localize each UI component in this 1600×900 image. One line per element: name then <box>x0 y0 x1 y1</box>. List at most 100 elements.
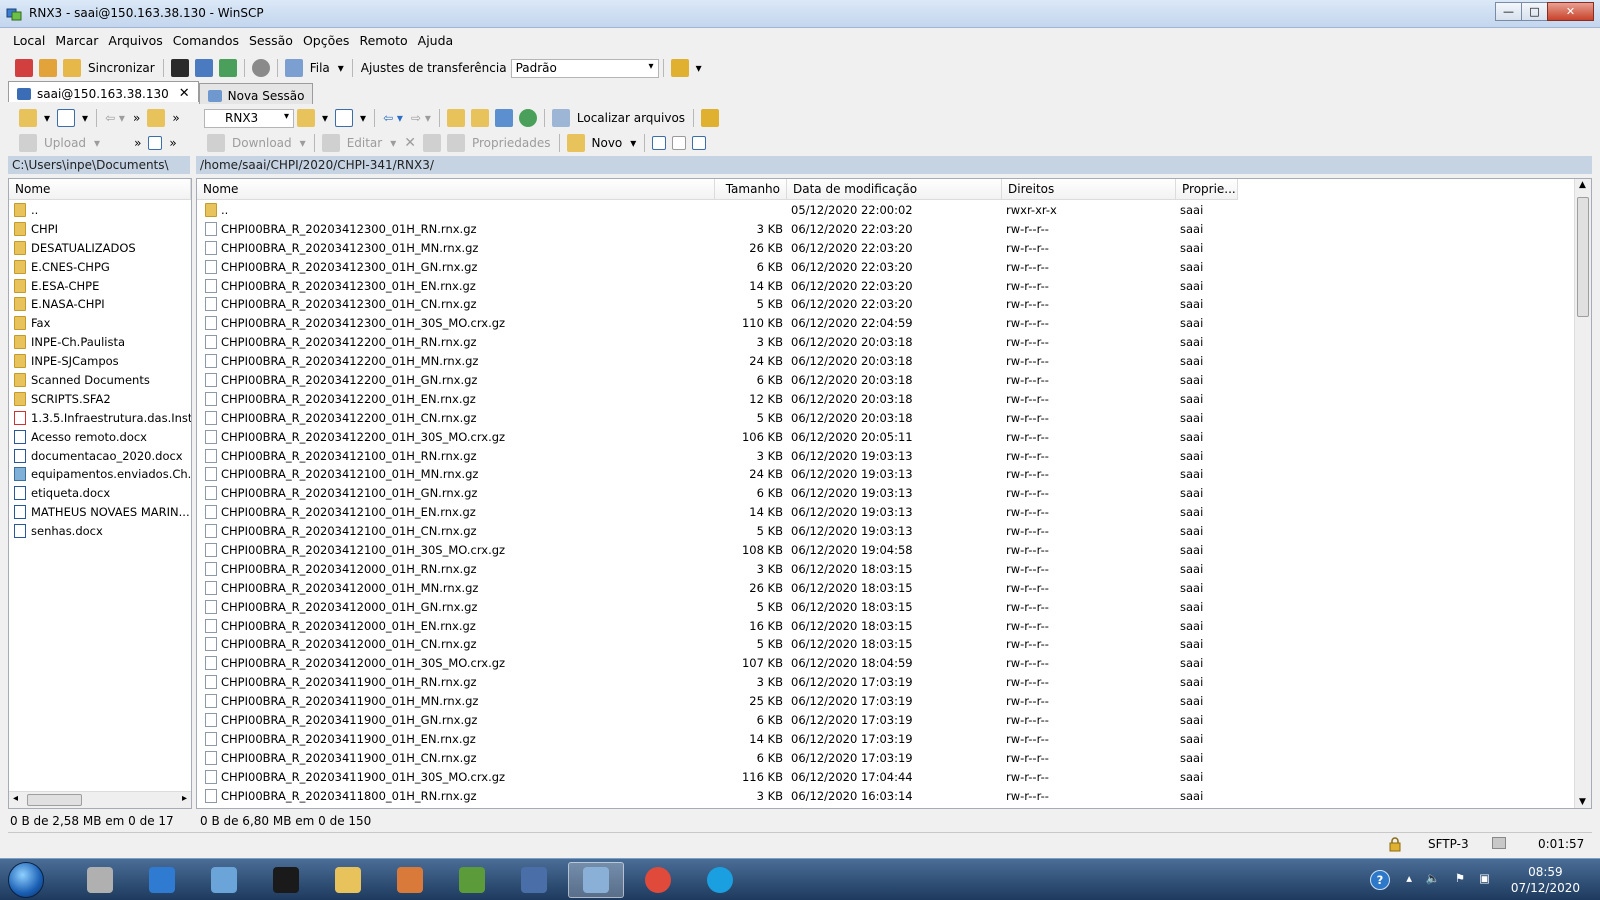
download-button[interactable]: Download <box>232 136 292 150</box>
table-row[interactable]: CHPI00BRA_R_20203412300_01H_GN.rnx.gz 6 K… <box>197 258 1574 277</box>
refresh-icon[interactable] <box>518 109 537 127</box>
more-icon[interactable]: » <box>134 136 141 150</box>
table-row[interactable]: CHPI00BRA_R_20203412300_01H_30S_MO.crx.g… <box>197 314 1574 333</box>
back-icon[interactable]: ⇦ ▾ <box>105 111 125 125</box>
taskbar-chart-app-button[interactable] <box>444 862 500 898</box>
parent-folder-icon[interactable] <box>446 109 465 127</box>
table-row[interactable]: CHPI00BRA_R_20203412000_01H_GN.rnx.gz 5 K… <box>197 598 1574 617</box>
queue-icon[interactable] <box>284 59 303 77</box>
remote-header-owner[interactable]: Proprie... <box>1176 179 1238 200</box>
chevron-down-icon[interactable]: ▾ <box>94 136 100 150</box>
taskbar-snipping-button[interactable] <box>72 862 128 898</box>
tree-icon[interactable] <box>701 109 720 127</box>
table-row[interactable]: CHPI00BRA_R_20203412100_01H_EN.rnx.gz 14 … <box>197 503 1574 522</box>
chevron-down-icon[interactable]: ▾ <box>696 61 702 75</box>
chevron-down-icon[interactable]: ▾ <box>338 61 344 75</box>
minus-icon[interactable] <box>672 136 687 150</box>
taskbar-terminal-button[interactable] <box>258 862 314 898</box>
more-icon[interactable]: » <box>172 111 179 125</box>
taskbar-network-button[interactable] <box>506 862 562 898</box>
table-row[interactable]: CHPI00BRA_R_20203412100_01H_MN.rnx.gz 24 … <box>197 465 1574 484</box>
chevron-down-icon[interactable]: ▾ <box>44 111 50 125</box>
flag-icon[interactable]: ⚑ <box>1455 871 1465 885</box>
chevron-down-icon[interactable]: ▾ <box>322 111 328 125</box>
list-item[interactable]: DESATUALIZADOS <box>9 239 191 258</box>
table-row[interactable]: CHPI00BRA_R_20203412300_01H_MN.rnx.gz 26 … <box>197 239 1574 258</box>
new-icon[interactable] <box>566 134 585 152</box>
upload-icon[interactable] <box>19 134 37 152</box>
plus-icon[interactable] <box>652 136 667 150</box>
remote-header-name[interactable]: Nome <box>197 179 715 200</box>
list-item[interactable]: E.CNES-CHPG <box>9 258 191 277</box>
tab-new-session[interactable]: Nova Sessão <box>198 83 314 104</box>
menu-ajuda[interactable]: Ajuda <box>413 31 459 51</box>
table-row[interactable]: CHPI00BRA_R_20203412000_01H_CN.rnx.gz 5 K… <box>197 635 1574 654</box>
chevron-down-icon[interactable]: ▾ <box>390 136 396 150</box>
menu-sessao[interactable]: Sessão <box>244 31 298 51</box>
table-row[interactable]: CHPI00BRA_R_20203412200_01H_EN.rnx.gz 12 … <box>197 390 1574 409</box>
back-icon[interactable]: ⇦ ▾ <box>383 111 403 125</box>
queue-button[interactable]: Fila <box>310 61 330 75</box>
find-files-button[interactable]: Localizar arquivos <box>577 111 685 125</box>
list-item[interactable]: .. <box>9 201 191 220</box>
edit-icon[interactable] <box>321 134 340 152</box>
list-item[interactable]: SCRIPTS.SFA2 <box>9 390 191 409</box>
table-row[interactable]: CHPI00BRA_R_20203412200_01H_RN.rnx.gz 3 K… <box>197 333 1574 352</box>
remote-vertical-scrollbar[interactable]: ▲ ▼ <box>1574 179 1591 808</box>
console-icon[interactable] <box>170 59 189 77</box>
list-item[interactable]: Fax <box>9 314 191 333</box>
show-hidden-icons-icon[interactable]: ▴ <box>1406 871 1412 885</box>
start-button[interactable] <box>8 862 44 898</box>
properties-button[interactable]: Propriedades <box>472 136 551 150</box>
putty-icon[interactable] <box>194 59 213 77</box>
close-icon[interactable]: ✕ <box>179 86 190 101</box>
table-row[interactable]: CHPI00BRA_R_20203411900_01H_RN.rnx.gz 3 K… <box>197 673 1574 692</box>
local-path[interactable]: C:\Users\inpe\Documents\ <box>8 156 190 174</box>
new-button[interactable]: Novo <box>592 136 623 150</box>
table-row[interactable]: CHPI00BRA_R_20203412100_01H_GN.rnx.gz 6 K… <box>197 484 1574 503</box>
table-row[interactable]: CHPI00BRA_R_20203411900_01H_MN.rnx.gz 25 … <box>197 692 1574 711</box>
synchronize-button[interactable]: Sincronizar <box>88 61 155 75</box>
table-row[interactable]: CHPI00BRA_R_20203412100_01H_CN.rnx.gz 5 K… <box>197 522 1574 541</box>
table-row[interactable]: CHPI00BRA_R_20203412100_01H_RN.rnx.gz 3 K… <box>197 447 1574 466</box>
open-folder-icon[interactable] <box>19 109 37 127</box>
list-item[interactable]: MATHEUS NOVAES MARIN... <box>9 503 191 522</box>
taskbar-vscode-button[interactable] <box>134 862 190 898</box>
list-item[interactable]: 1.3.5.Infraestrutura.das.Insta... <box>9 409 191 428</box>
filter-icon[interactable] <box>692 136 707 150</box>
scroll-thumb[interactable] <box>27 794 82 806</box>
filter-icon[interactable] <box>57 109 76 127</box>
find-files-icon[interactable] <box>551 109 570 127</box>
table-row[interactable]: CHPI00BRA_R_20203411900_01H_GN.rnx.gz 6 K… <box>197 711 1574 730</box>
menu-opcoes[interactable]: Opções <box>298 31 355 51</box>
volume-icon[interactable]: 🔈 <box>1426 871 1440 885</box>
plus-icon[interactable] <box>148 136 163 150</box>
more-icon[interactable]: » <box>133 111 140 125</box>
edit-button[interactable]: Editar <box>347 136 383 150</box>
transfer-settings-select[interactable]: Padrão <box>510 58 659 78</box>
download-icon[interactable] <box>207 134 225 152</box>
table-row[interactable]: CHPI00BRA_R_20203411900_01H_30S_MO.crx.g… <box>197 768 1574 787</box>
menu-comandos[interactable]: Comandos <box>168 31 244 51</box>
network-status-icon[interactable]: ▣ <box>1479 871 1490 885</box>
home-icon[interactable] <box>494 109 513 127</box>
more-icon[interactable]: » <box>169 136 176 150</box>
menu-local[interactable]: Local <box>8 31 50 51</box>
list-item[interactable]: CHPI <box>9 220 191 239</box>
parent-folder-icon[interactable] <box>147 109 166 127</box>
table-row[interactable]: CHPI00BRA_R_20203412300_01H_CN.rnx.gz 5 K… <box>197 295 1574 314</box>
table-row[interactable]: CHPI00BRA_R_20203411900_01H_EN.rnx.gz 14 … <box>197 730 1574 749</box>
menu-remoto[interactable]: Remoto <box>354 31 412 51</box>
compare-directories-icon[interactable] <box>15 59 33 77</box>
upload-button[interactable]: Upload <box>44 136 86 150</box>
scroll-thumb[interactable] <box>1577 197 1589 317</box>
gear-icon[interactable] <box>251 59 270 77</box>
table-row[interactable]: CHPI00BRA_R_20203412000_01H_MN.rnx.gz 26 … <box>197 579 1574 598</box>
properties-icon[interactable] <box>446 134 465 152</box>
transfer-icon[interactable] <box>218 59 237 77</box>
session-preset-icon[interactable] <box>670 59 689 77</box>
list-item[interactable]: etiqueta.docx <box>9 484 191 503</box>
table-row[interactable]: CHPI00BRA_R_20203412300_01H_RN.rnx.gz 3 K… <box>197 220 1574 239</box>
list-item[interactable]: INPE-Ch.Paulista <box>9 333 191 352</box>
local-horizontal-scrollbar[interactable]: ◂ ▸ <box>9 791 191 808</box>
